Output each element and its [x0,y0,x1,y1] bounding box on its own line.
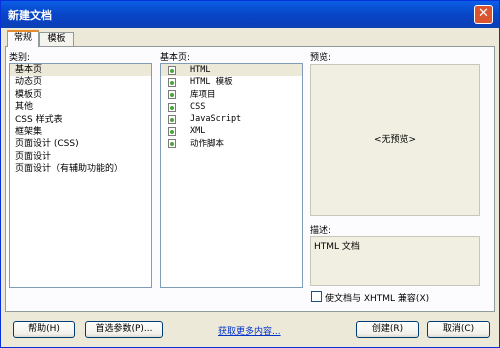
category-item[interactable]: 页面设计 [10,151,151,163]
basic-page-item[interactable]: HTML [161,64,302,77]
basic-page-list[interactable]: HTML HTML 模板 库项目 CSS JavaScript XML 动作脚本 [160,63,303,288]
document-icon [168,102,176,112]
new-document-dialog: 新建文档 ✕ 常规 模板 类别: 基本页 动态页 模板页 其他 CSS 样式表 … [0,0,500,348]
document-icon [168,77,176,87]
tab-general[interactable]: 常规 [7,30,39,47]
help-button[interactable]: 帮助(H) [13,321,75,338]
basic-page-item[interactable]: XML [161,125,302,137]
category-item[interactable]: 基本页 [10,64,151,77]
title-bar[interactable]: 新建文档 ✕ [1,1,499,28]
category-item[interactable]: CSS 样式表 [10,114,151,126]
basic-page-label: 基本页: [160,53,191,63]
document-icon [168,127,176,137]
category-item[interactable]: 框架集 [10,126,151,138]
category-item[interactable]: 页面设计（有辅助功能的） [10,163,151,175]
basic-page-item[interactable]: 库项目 [161,89,302,101]
get-more-content-link[interactable]: 获取更多内容... [218,324,281,337]
description-label: 描述: [310,226,332,236]
preferences-button[interactable]: 首选参数(P)... [85,321,163,338]
cancel-button[interactable]: 取消(C) [427,321,490,338]
basic-page-item[interactable]: JavaScript [161,113,302,125]
document-icon [168,139,176,149]
document-icon [168,90,176,100]
create-button[interactable]: 创建(R) [356,321,419,338]
category-item[interactable]: 动态页 [10,76,151,88]
preview-label: 预览: [310,53,332,63]
description-box: HTML 文档 [310,236,480,286]
window-title: 新建文档 [8,9,52,22]
close-icon[interactable]: ✕ [474,5,493,24]
category-item[interactable]: 页面设计 (CSS) [10,138,151,150]
xhtml-checkbox[interactable] [311,291,322,302]
document-icon [168,114,176,124]
preview-pane: <无预览> [310,64,480,216]
tab-templates[interactable]: 模板 [39,32,74,47]
xhtml-checkbox-label[interactable]: 使文档与 XHTML 兼容(X) [325,291,429,304]
document-icon [168,65,176,75]
basic-page-item[interactable]: CSS [161,101,302,113]
category-item[interactable]: 其他 [10,101,151,113]
basic-page-item[interactable]: HTML 模板 [161,76,302,88]
basic-page-item[interactable]: 动作脚本 [161,138,302,150]
category-list[interactable]: 基本页 动态页 模板页 其他 CSS 样式表 框架集 页面设计 (CSS) 页面… [9,63,152,288]
category-label: 类别: [9,53,31,63]
category-item[interactable]: 模板页 [10,89,151,101]
